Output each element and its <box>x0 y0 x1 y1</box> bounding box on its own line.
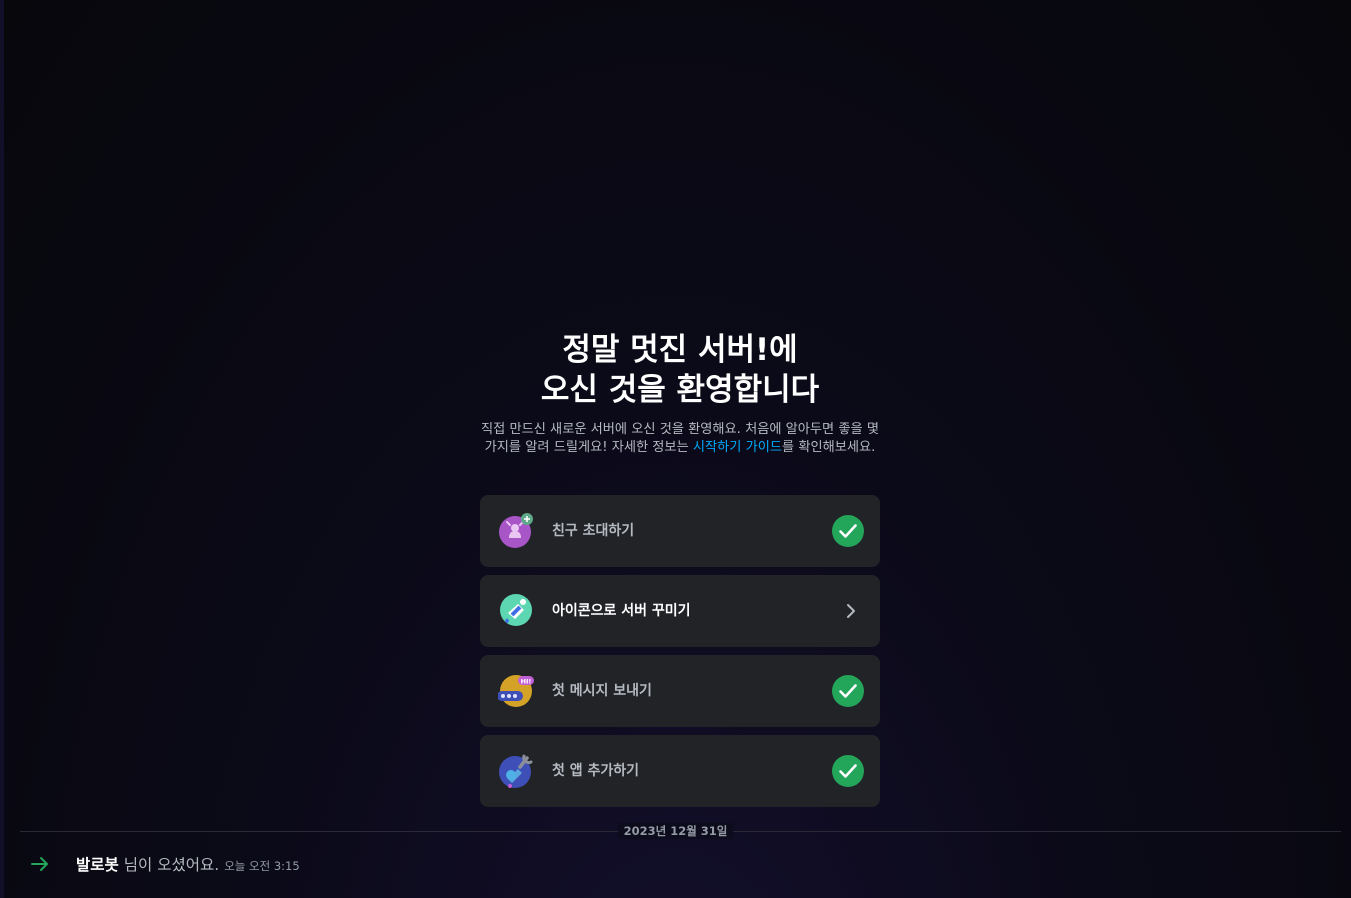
date-divider-label: 2023년 12월 31일 <box>617 823 734 839</box>
onboarding-checklist: 친구 초대하기 아이콘으로 서버 꾸미기 HI! 첫 메시지 보내기 첫 앱 추… <box>480 495 880 815</box>
checklist-item-label: 친구 초대하기 <box>552 523 635 539</box>
chevron-right-icon <box>847 604 855 618</box>
checklist-item-add-app[interactable]: 첫 앱 추가하기 <box>480 735 880 807</box>
checklist-item-personalize-server[interactable]: 아이콘으로 서버 꾸미기 <box>480 575 880 647</box>
welcome-header: 정말 멋진 서버!에 오신 것을 환영합니다 직접 만드신 새로운 서버에 오신… <box>475 330 885 457</box>
message-timestamp: 오늘 오전 3:15 <box>224 858 300 873</box>
add-app-icon <box>499 754 533 788</box>
checkmark-icon <box>832 755 864 787</box>
invite-friends-icon <box>499 513 533 548</box>
checklist-item-invite-friends[interactable]: 친구 초대하기 <box>480 495 880 567</box>
left-edge-border <box>0 0 4 898</box>
personalize-server-icon <box>500 594 532 626</box>
checklist-item-send-message[interactable]: HI! 첫 메시지 보내기 <box>480 655 880 727</box>
welcome-description: 직접 만드신 새로운 서버에 오신 것을 환영해요. 처음에 알아두면 좋을 몇… <box>480 421 880 457</box>
message-username[interactable]: 발로봇 <box>76 853 119 875</box>
checkmark-icon <box>832 515 864 547</box>
chat-main-area: 정말 멋진 서버!에 오신 것을 환영합니다 직접 만드신 새로운 서버에 오신… <box>0 0 1351 898</box>
join-arrow-icon <box>31 857 48 871</box>
checklist-item-label: 첫 앱 추가하기 <box>552 763 640 779</box>
checklist-item-label: 첫 메시지 보내기 <box>552 683 652 699</box>
svg-text:HI!: HI! <box>521 677 532 685</box>
getting-started-guide-link[interactable]: 시작하기 가이드 <box>693 440 782 455</box>
checkmark-icon <box>832 675 864 707</box>
welcome-title-line1: 정말 멋진 서버!에 <box>562 332 798 368</box>
checklist-item-label: 아이콘으로 서버 꾸미기 <box>552 603 691 619</box>
message-text: 님이 오셨어요. <box>123 856 220 874</box>
welcome-title-line2: 오신 것을 환영합니다 <box>540 372 820 408</box>
welcome-description-part2: 를 확인해보세요. <box>782 440 876 455</box>
system-join-message: 발로봇 님이 오셨어요. 오늘 오전 3:15 <box>30 852 300 876</box>
welcome-title: 정말 멋진 서버!에 오신 것을 환영합니다 <box>475 330 885 410</box>
send-message-icon: HI! <box>498 675 534 707</box>
